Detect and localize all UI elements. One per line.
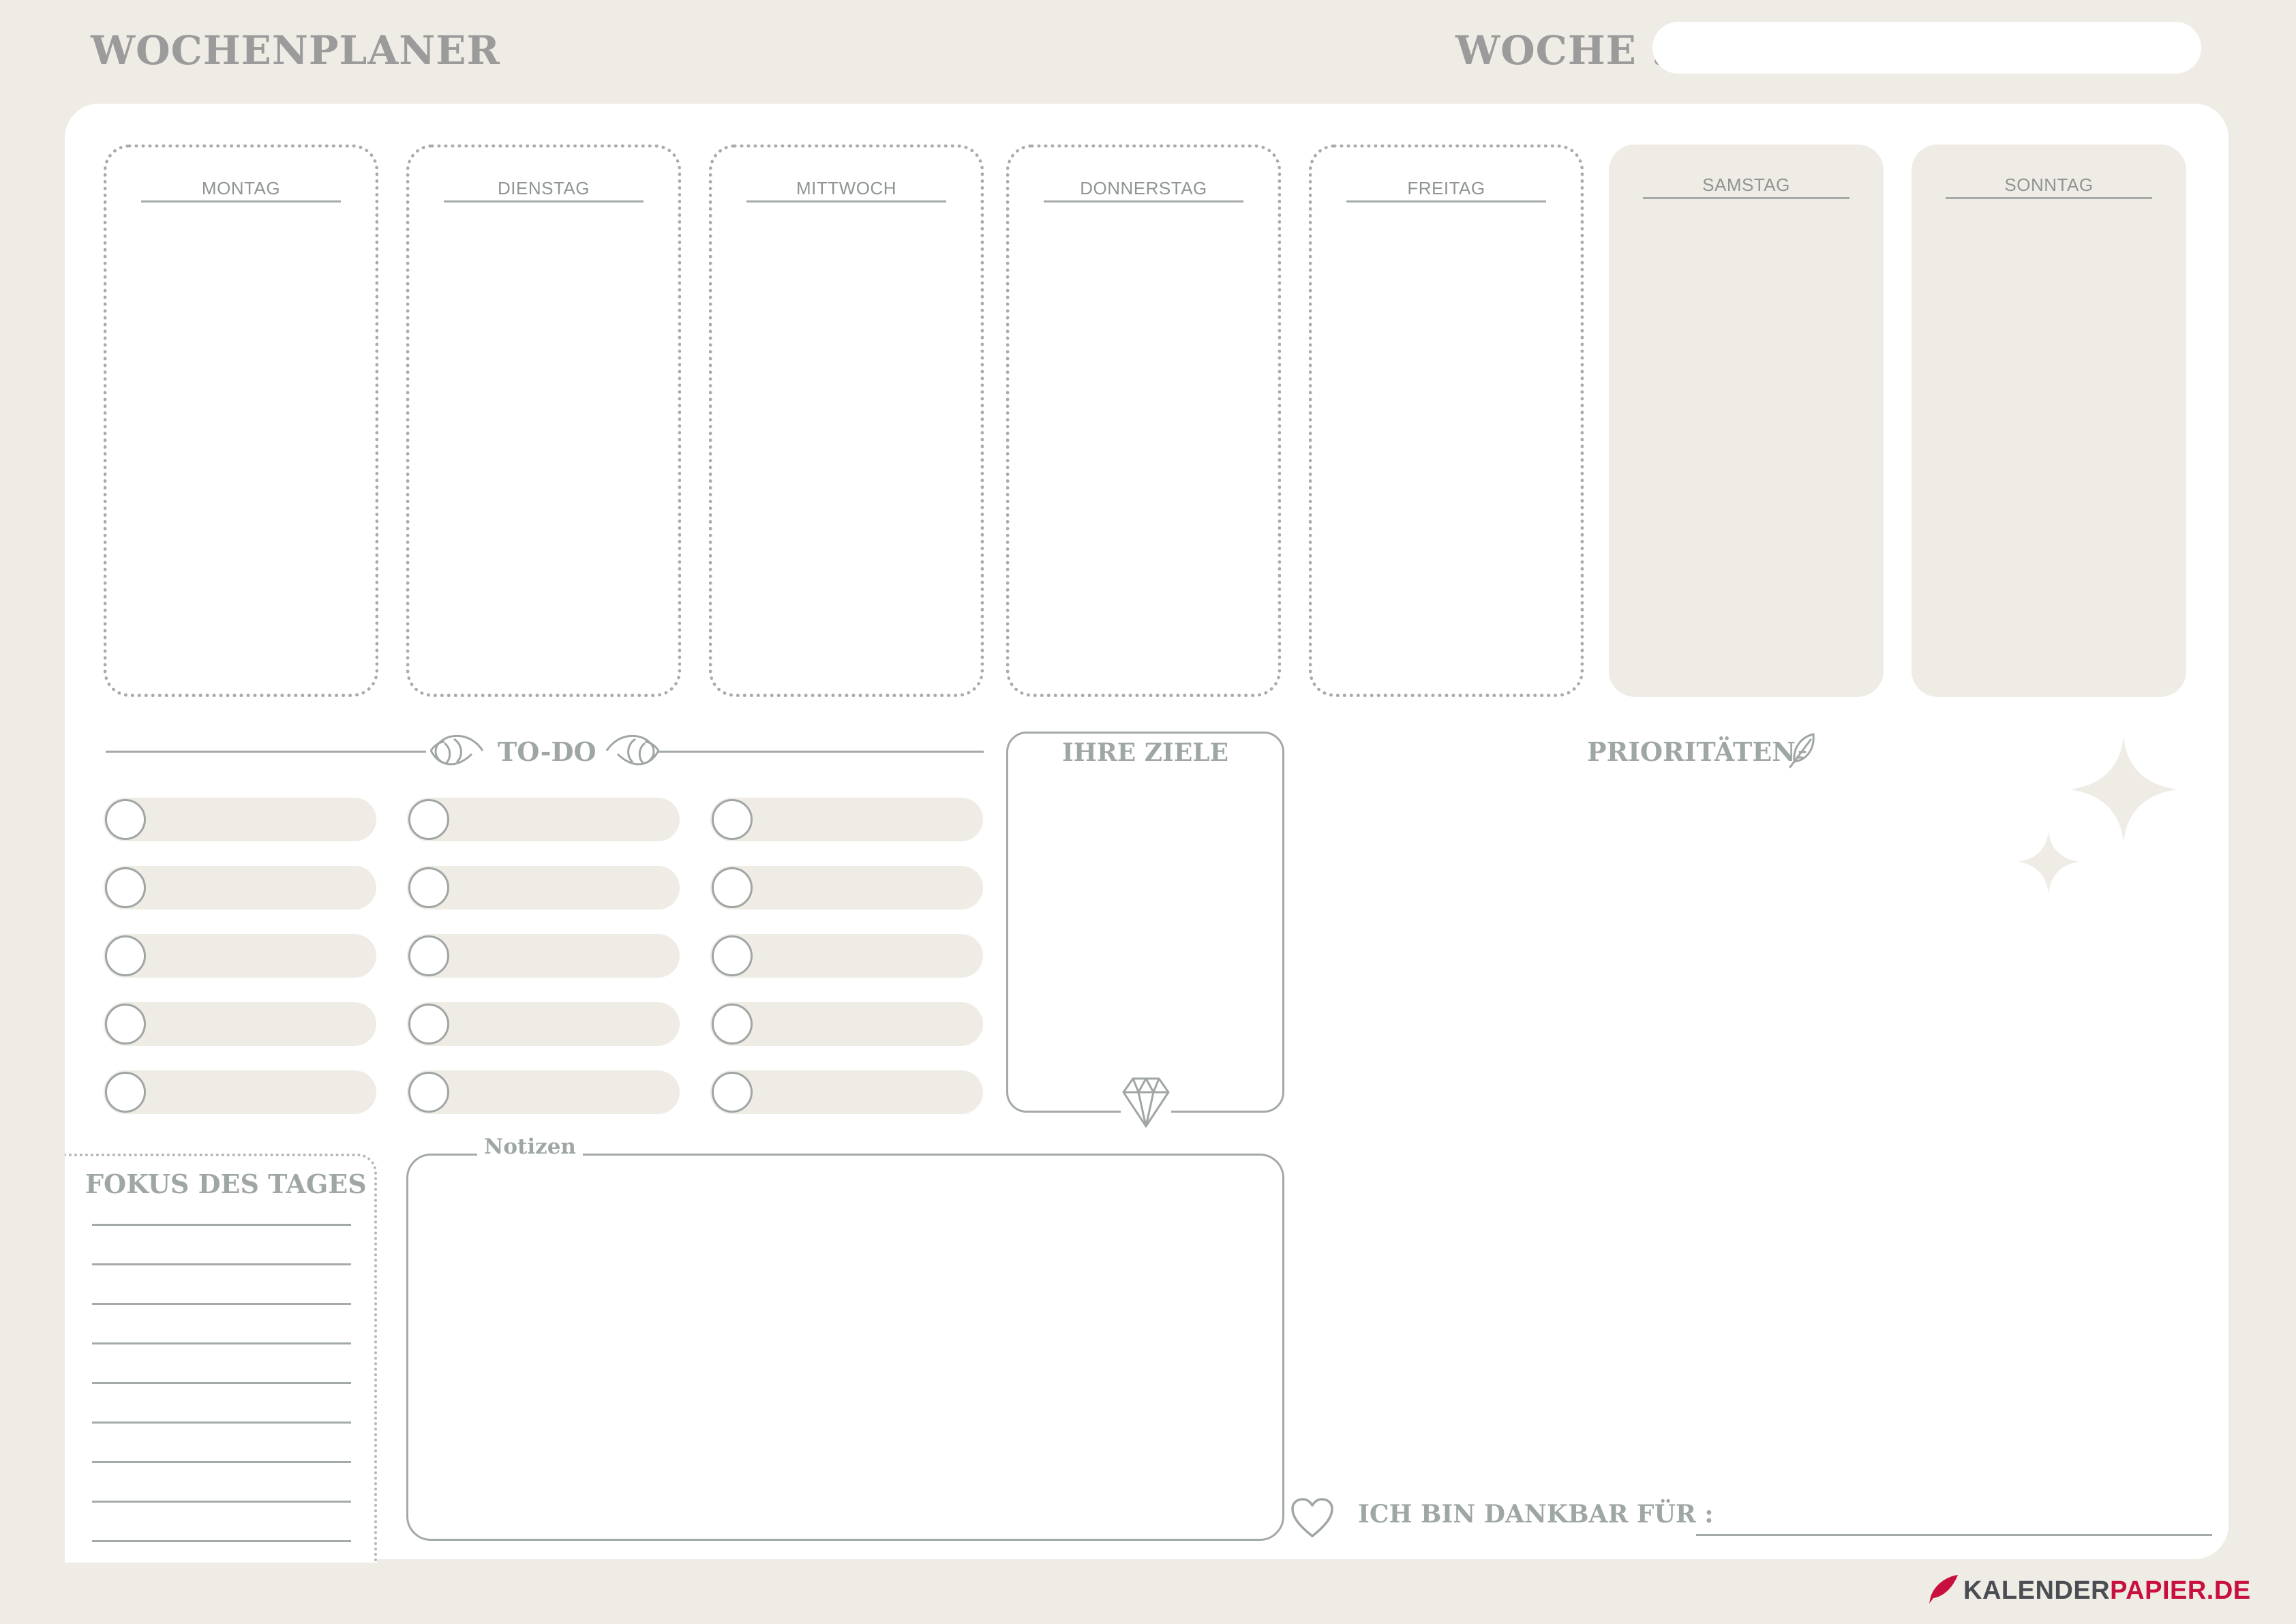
day-label: MITTWOCH [746,178,946,202]
focus-line[interactable] [92,1303,351,1305]
gratitude-line[interactable] [1696,1534,2212,1536]
brand-part2: PAPIER.DE [2110,1576,2251,1605]
day-column-friday[interactable]: FREITAG [1309,145,1584,697]
heart-icon [1291,1498,1333,1537]
day-column-sunday[interactable]: SONNTAG [1912,145,2186,697]
day-column-tuesday[interactable]: DIENSTAG [406,145,681,697]
day-column-wednesday[interactable]: MITTWOCH [709,145,984,697]
diamond-icon [1121,1076,1171,1129]
todo-checkbox[interactable] [105,799,146,840]
focus-line[interactable] [92,1382,351,1384]
priorities-label: PRIORITÄTEN [1587,736,1796,767]
todo-checkbox[interactable] [712,1004,753,1044]
todo-checkbox[interactable] [712,799,753,840]
todo-item[interactable] [710,1070,983,1139]
focus-line[interactable] [92,1263,351,1265]
todo-checkbox[interactable] [408,935,449,976]
goals-box[interactable] [1006,732,1284,1113]
todo-item[interactable] [104,866,376,934]
focus-line[interactable] [92,1422,351,1424]
todo-item[interactable] [710,1002,983,1070]
todo-checkbox[interactable] [408,1072,449,1113]
todo-checkbox[interactable] [712,935,753,976]
todo-checkbox[interactable] [105,1072,146,1113]
todo-checkbox[interactable] [408,1004,449,1044]
todo-checkbox[interactable] [712,1072,753,1113]
day-column-saturday[interactable]: SAMSTAG [1609,145,1884,697]
day-label: SAMSTAG [1643,175,1849,199]
feather-icon [1789,733,1815,768]
day-column-thursday[interactable]: DONNERSTAG [1006,145,1281,697]
rose-icon [605,734,660,766]
todo-checkbox[interactable] [105,867,146,908]
day-label: MONTAG [141,178,341,202]
day-column-monday[interactable]: MONTAG [104,145,378,697]
notes-box[interactable] [406,1154,1284,1541]
todo-checkbox[interactable] [408,799,449,840]
todo-item[interactable] [407,934,680,1002]
page-title: WOCHENPLANER [91,27,500,74]
goals-label: IHRE ZIELE [1061,738,1229,767]
todo-item[interactable] [104,798,376,866]
focus-line[interactable] [92,1224,351,1226]
todo-divider-right [658,751,984,753]
focus-line[interactable] [92,1501,351,1503]
todo-item[interactable] [104,1070,376,1139]
focus-line[interactable] [92,1540,351,1542]
todo-item[interactable] [710,934,983,1002]
focus-line[interactable] [92,1461,351,1463]
focus-box[interactable]: FOKUS DES TAGES [65,1154,377,1563]
week-label: WOCHE : [1455,27,1667,74]
focus-line[interactable] [92,1342,351,1344]
notes-label: Notizen [477,1134,583,1159]
todo-checkbox[interactable] [105,935,146,976]
brand-part1: KALENDER [1963,1576,2111,1605]
todo-item[interactable] [710,798,983,866]
todo-divider-left [106,751,426,753]
sparkle-icon [2018,736,2177,893]
todo-label: TO-DO [498,736,596,767]
gratitude-label: ICH BIN DANKBAR FÜR : [1358,1500,1714,1529]
todo-checkbox[interactable] [408,867,449,908]
day-label: DONNERSTAG [1044,178,1243,202]
todo-column [104,798,376,1139]
todo-item[interactable] [407,1070,680,1139]
todo-item[interactable] [104,934,376,1002]
todo-item[interactable] [407,1002,680,1070]
brand-logo[interactable]: KALENDERPAPIER.DE [1963,1576,2251,1606]
todo-checkbox[interactable] [712,867,753,908]
day-label: FREITAG [1346,178,1546,202]
todo-column [710,798,983,1139]
dot-grid [422,1169,1254,1524]
rose-icon [429,734,484,766]
focus-label: FOKUS DES TAGES [85,1169,367,1199]
day-label: SONNTAG [1946,175,2152,199]
todo-item[interactable] [407,798,680,866]
todo-item[interactable] [104,1002,376,1070]
week-input[interactable] [1652,22,2201,74]
todo-checkbox[interactable] [105,1004,146,1044]
quill-logo-icon [1929,1575,1958,1604]
todo-item[interactable] [407,866,680,934]
todo-column [407,798,680,1139]
todo-item[interactable] [710,866,983,934]
day-label: DIENSTAG [444,178,644,202]
